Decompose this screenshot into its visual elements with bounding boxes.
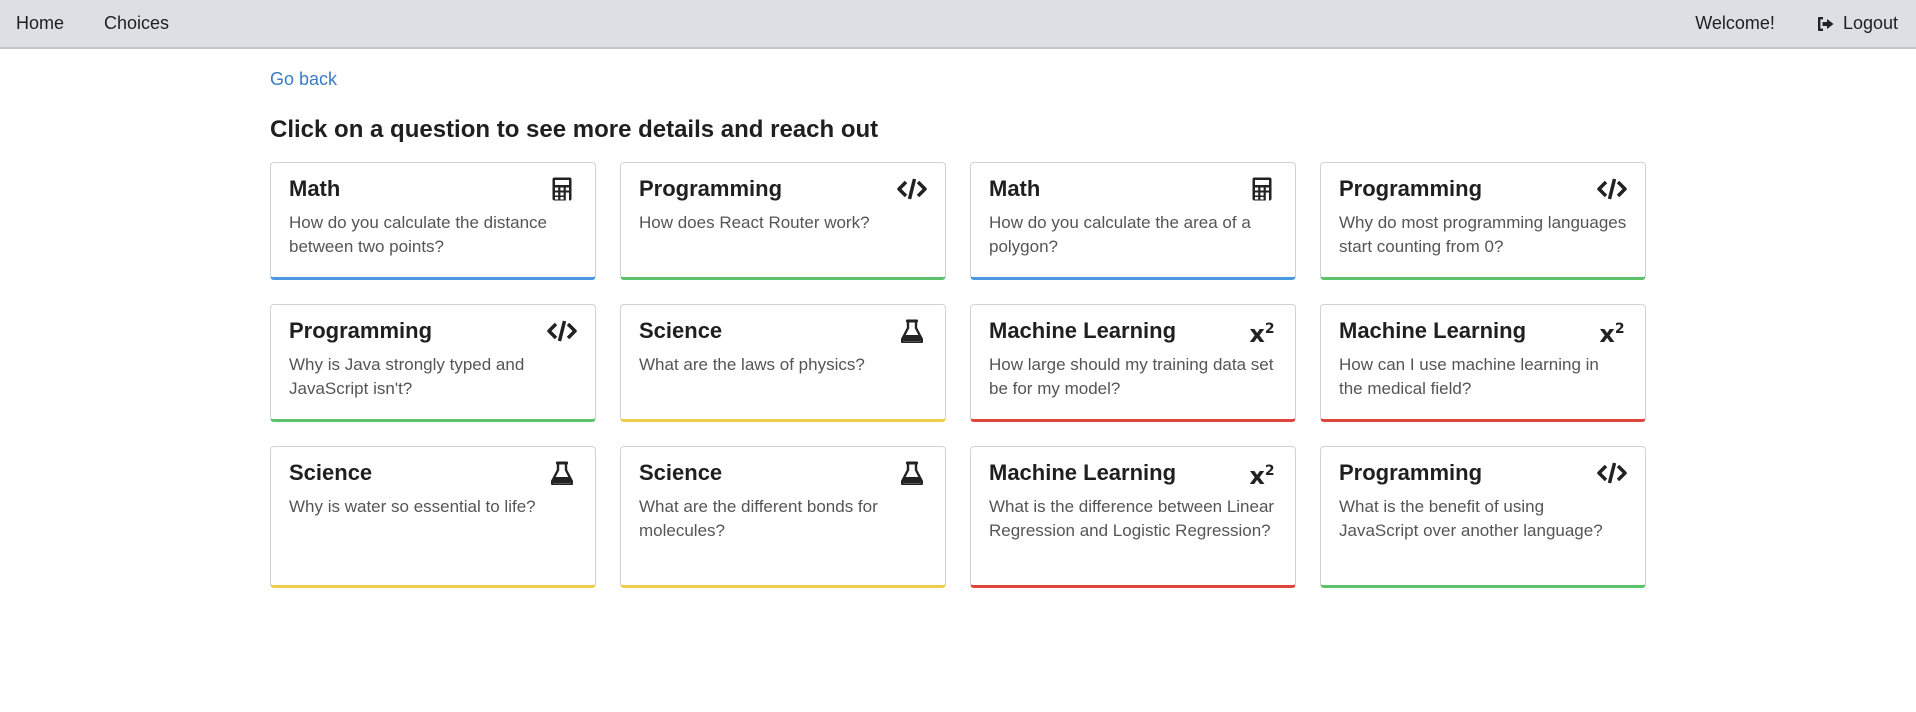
card-header: Math bbox=[289, 175, 577, 203]
card-question-text: How can I use machine learning in the me… bbox=[1339, 355, 1599, 398]
card-header: Programming bbox=[1339, 175, 1627, 203]
question-card[interactable]: Programming What is the benefit of using … bbox=[1320, 446, 1646, 588]
question-card[interactable]: Programming Why do most programming langu… bbox=[1320, 162, 1646, 280]
question-card[interactable]: Math How do you calculate the area of a p… bbox=[970, 162, 1296, 280]
top-navbar: Home Choices Welcome! Logout bbox=[0, 0, 1916, 49]
card-header: Science bbox=[639, 317, 927, 345]
card-category-title: Science bbox=[639, 318, 723, 343]
main-content: Go back Click on a question to see more … bbox=[270, 49, 1646, 588]
card-category-title: Math bbox=[989, 176, 1041, 201]
question-card-grid: Math How do you calculate the distance be… bbox=[270, 162, 1646, 588]
card-category-title: Science bbox=[289, 460, 373, 485]
nav-right-group: Welcome! Logout bbox=[1695, 13, 1916, 34]
card-category-title: Science bbox=[639, 460, 723, 485]
question-card[interactable]: Science Why is water so essential to life… bbox=[270, 446, 596, 588]
card-header: Programming bbox=[639, 175, 927, 203]
question-card[interactable]: Programming Why is Java strongly typed an… bbox=[270, 304, 596, 422]
question-card[interactable]: Machine Learning x2 What is the difference… bbox=[970, 446, 1296, 588]
card-header: Science bbox=[639, 459, 927, 487]
code-icon bbox=[1597, 175, 1627, 203]
code-icon bbox=[897, 175, 927, 203]
logout-label: Logout bbox=[1842, 13, 1898, 33]
card-category-title: Math bbox=[289, 176, 341, 201]
go-back-link[interactable]: Go back bbox=[270, 69, 337, 90]
card-question-text: How large should my training data set be… bbox=[989, 355, 1274, 398]
question-card[interactable]: Science What are the laws of physics? bbox=[620, 304, 946, 422]
card-category-title: Machine Learning bbox=[989, 460, 1177, 485]
welcome-text: Welcome! bbox=[1695, 13, 1775, 33]
card-question-text: What are the different bonds for molecul… bbox=[639, 497, 878, 540]
nav-choices-link[interactable]: Choices bbox=[104, 13, 169, 34]
nav-left-group: Home Choices bbox=[0, 13, 169, 34]
card-header: Programming bbox=[1339, 459, 1627, 487]
flask-icon bbox=[897, 459, 927, 487]
question-card[interactable]: Math How do you calculate the distance be… bbox=[270, 162, 596, 280]
card-category-title: Programming bbox=[1339, 460, 1483, 485]
card-category-title: Machine Learning bbox=[989, 318, 1177, 343]
card-header: Programming bbox=[289, 317, 577, 345]
card-question-text: What is the benefit of using JavaScript … bbox=[1339, 497, 1603, 540]
nav-home-link[interactable]: Home bbox=[16, 13, 64, 34]
card-question-text: Why is Java strongly typed and JavaScrip… bbox=[289, 355, 525, 398]
superscript-icon: x2 bbox=[1599, 319, 1625, 348]
card-question-text: How does React Router work? bbox=[639, 213, 870, 232]
question-card[interactable]: Machine Learning x2 How large should my tr… bbox=[970, 304, 1296, 422]
question-card[interactable]: Science What are the different bonds for … bbox=[620, 446, 946, 588]
card-question-text: How do you calculate the area of a polyg… bbox=[989, 213, 1251, 256]
sign-out-icon bbox=[1817, 16, 1834, 31]
card-question-text: What are the laws of physics? bbox=[639, 355, 865, 374]
card-header: Science bbox=[289, 459, 577, 487]
card-header: Math bbox=[989, 175, 1277, 203]
superscript-icon: x2 bbox=[1249, 461, 1275, 490]
calculator-icon bbox=[1247, 175, 1277, 203]
logout-link[interactable]: Logout bbox=[1817, 13, 1898, 34]
flask-icon bbox=[897, 317, 927, 345]
code-icon bbox=[547, 317, 577, 345]
question-card[interactable]: Programming How does React Router work? bbox=[620, 162, 946, 280]
card-header: Machine Learning x2 bbox=[989, 459, 1277, 490]
card-question-text: Why is water so essential to life? bbox=[289, 497, 536, 516]
code-icon bbox=[1597, 459, 1627, 487]
card-category-title: Machine Learning bbox=[1339, 318, 1527, 343]
card-question-text: Why do most programming languages start … bbox=[1339, 213, 1627, 256]
page-heading: Click on a question to see more details … bbox=[270, 116, 879, 143]
card-category-title: Programming bbox=[1339, 176, 1483, 201]
card-question-text: What is the difference between Linear Re… bbox=[989, 497, 1275, 540]
card-category-title: Programming bbox=[289, 318, 433, 343]
card-header: Machine Learning x2 bbox=[989, 317, 1277, 348]
calculator-icon bbox=[547, 175, 577, 203]
superscript-icon: x2 bbox=[1249, 319, 1275, 348]
card-category-title: Programming bbox=[639, 176, 783, 201]
question-card[interactable]: Machine Learning x2 How can I use machine … bbox=[1320, 304, 1646, 422]
card-question-text: How do you calculate the distance betwee… bbox=[289, 213, 547, 256]
card-header: Machine Learning x2 bbox=[1339, 317, 1627, 348]
flask-icon bbox=[547, 459, 577, 487]
